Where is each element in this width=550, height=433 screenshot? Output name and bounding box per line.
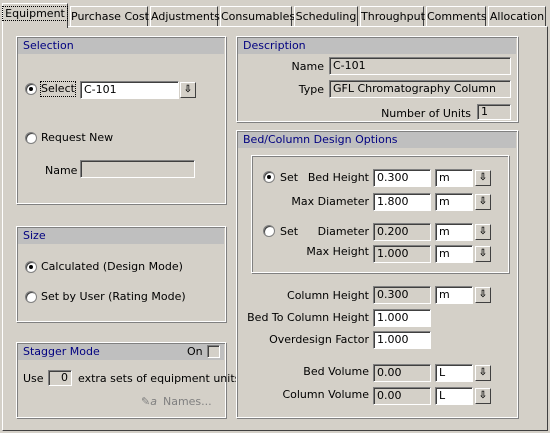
- tab-comments[interactable]: Comments: [426, 6, 487, 27]
- select-label: Select: [40, 81, 76, 97]
- description-header: Description: [238, 38, 516, 54]
- overdesign-field[interactable]: 1.000: [373, 331, 431, 349]
- max-height-field[interactable]: 1.000: [373, 245, 431, 263]
- stagger-group: Stagger Mode On Use 0 extra sets of equi…: [16, 342, 240, 418]
- down-arrow-icon: ⇩: [183, 84, 193, 95]
- bed-to-column-field[interactable]: 1.000: [373, 309, 431, 327]
- desc-type-field: GFL Chromatography Column: [329, 80, 511, 98]
- tab-equipment[interactable]: Equipment: [2, 3, 68, 28]
- max-height-unit-dropdown[interactable]: ⇩: [475, 246, 491, 262]
- column-height-unit[interactable]: m: [435, 286, 473, 304]
- bed-volume-unit-dropdown[interactable]: ⇩: [475, 365, 491, 381]
- set-diameter-radio[interactable]: [263, 225, 275, 237]
- use-label: Use: [23, 372, 44, 385]
- units-field: 1: [477, 104, 511, 120]
- down-arrow-icon: ⇩: [478, 289, 488, 300]
- tab-scheduling[interactable]: Scheduling: [294, 6, 358, 27]
- diameter-field[interactable]: 0.200: [373, 223, 431, 241]
- diameter-unit-dropdown[interactable]: ⇩: [475, 224, 491, 240]
- tab-bar: Equipment Purchase Cost Adjustments Cons…: [2, 3, 548, 28]
- max-height-label: Max Height: [306, 245, 369, 258]
- tab-throughput[interactable]: Throughput: [360, 6, 425, 27]
- stagger-title: Stagger Mode: [23, 345, 100, 358]
- column-height-field: 0.300: [373, 286, 431, 304]
- selection-header: Selection: [18, 38, 224, 54]
- extra-sets-label: extra sets of equipment units: [78, 372, 241, 385]
- max-diameter-label: Max Diameter: [291, 195, 369, 208]
- down-arrow-icon: ⇩: [478, 367, 488, 378]
- desc-type-label: Type: [298, 83, 324, 96]
- down-arrow-icon: ⇩: [478, 390, 488, 401]
- down-arrow-icon: ⇩: [478, 248, 488, 259]
- tab-allocation[interactable]: Allocation: [488, 6, 546, 27]
- calculated-label: Calculated (Design Mode): [41, 260, 183, 273]
- column-volume-unit[interactable]: L: [435, 387, 473, 405]
- column-volume-field: 0.00: [373, 387, 431, 405]
- bed-column-group: Bed/Column Design Options Set Bed Height…: [236, 130, 518, 418]
- request-new-label: Request New: [41, 131, 114, 144]
- column-height-label: Column Height: [287, 289, 369, 302]
- select-dropdown-button[interactable]: ⇩: [180, 82, 196, 98]
- names-button-label: Names...: [162, 395, 212, 408]
- bed-column-header: Bed/Column Design Options: [238, 132, 516, 148]
- desc-name-label: Name: [291, 60, 324, 73]
- max-diameter-unit[interactable]: m: [435, 193, 473, 211]
- bed-volume-label: Bed Volume: [303, 365, 369, 378]
- pencil-a-icon: ✎a: [141, 395, 157, 408]
- rating-label: Set by User (Rating Mode): [41, 290, 186, 303]
- size-group: Size Calculated (Design Mode) Set by Use…: [16, 226, 226, 322]
- stagger-on-checkbox[interactable]: [207, 345, 220, 358]
- stagger-on-label: On: [187, 345, 203, 358]
- calculated-radio[interactable]: [25, 261, 37, 273]
- down-arrow-icon: ⇩: [478, 226, 488, 237]
- diameter-label: Diameter: [317, 225, 369, 238]
- request-new-radio[interactable]: [25, 132, 37, 144]
- bed-height-label: Bed Height: [307, 171, 369, 184]
- column-height-unit-dropdown[interactable]: ⇩: [475, 287, 491, 303]
- units-label: Number of Units: [381, 107, 471, 120]
- diameter-unit[interactable]: m: [435, 223, 473, 241]
- tab-adjustments[interactable]: Adjustments: [150, 6, 220, 27]
- column-volume-label: Column Volume: [282, 388, 369, 401]
- tab-consumables[interactable]: Consumables: [220, 6, 295, 27]
- tab-label: Equipment: [2, 6, 68, 21]
- select-combo[interactable]: C-101: [80, 81, 179, 99]
- tab-purchase-cost[interactable]: Purchase Cost: [70, 6, 149, 27]
- extra-sets-field[interactable]: 0: [48, 370, 72, 386]
- down-arrow-icon: ⇩: [478, 172, 488, 183]
- bed-height-unit-dropdown[interactable]: ⇩: [475, 170, 491, 186]
- set-bed-height-radio[interactable]: [263, 171, 275, 183]
- max-diameter-field[interactable]: 1.800: [373, 193, 431, 211]
- max-diameter-unit-dropdown[interactable]: ⇩: [475, 194, 491, 210]
- names-button[interactable]: ✎a Names...: [141, 395, 212, 409]
- max-height-unit[interactable]: m: [435, 245, 473, 263]
- rating-radio[interactable]: [25, 291, 37, 303]
- request-name-field[interactable]: [80, 160, 195, 178]
- bed-height-unit[interactable]: m: [435, 169, 473, 187]
- bed-volume-field: 0.00: [373, 364, 431, 382]
- bed-to-column-label: Bed To Column Height: [247, 311, 369, 324]
- description-group: Description Name C-101 Type GFL Chromato…: [236, 36, 518, 122]
- selection-group: Selection Select C-101 ⇩ Request New Nam…: [16, 36, 226, 204]
- overdesign-label: Overdesign Factor: [269, 333, 369, 346]
- desc-name-field: C-101: [329, 57, 511, 75]
- column-volume-unit-dropdown[interactable]: ⇩: [475, 388, 491, 404]
- size-header: Size: [18, 228, 224, 244]
- down-arrow-icon: ⇩: [478, 196, 488, 207]
- bed-height-field[interactable]: 0.300: [373, 169, 431, 187]
- bed-volume-unit[interactable]: L: [435, 364, 473, 382]
- select-radio[interactable]: [25, 83, 37, 95]
- name-label: Name: [45, 164, 78, 177]
